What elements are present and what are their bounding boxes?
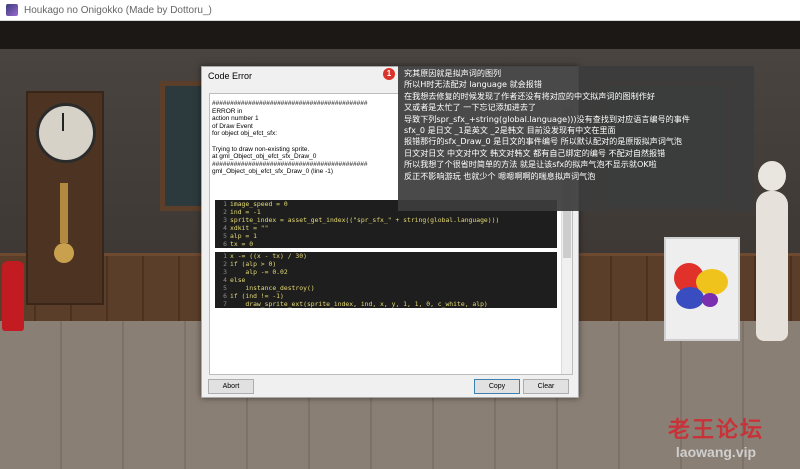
line-number: 1: [223, 200, 227, 208]
error-line: [212, 138, 412, 146]
code-text: alp -= 0.02: [230, 268, 288, 276]
abort-button[interactable]: Abort: [208, 379, 254, 394]
line-number: 3: [223, 216, 227, 224]
copy-button[interactable]: Copy: [474, 379, 520, 394]
clock-hand: [62, 113, 64, 131]
code-line: 7 draw_sprite_ext(sprite_index, ind, x, …: [215, 300, 557, 308]
code-line: 2 if (alp > 0): [215, 260, 557, 268]
line-number: 1: [223, 252, 227, 260]
code-line: 6 if (ind != -1): [215, 292, 557, 300]
watermark-url: laowang.vip: [675, 444, 757, 460]
line-number: 6: [223, 292, 227, 300]
line-number: 5: [223, 232, 227, 240]
grandfather-clock: [26, 91, 104, 305]
line-number: 4: [223, 276, 227, 284]
annotation-line: 究其原因就是拟声词的图列: [404, 68, 502, 78]
paint-splat-purple: [702, 293, 718, 307]
annotation-line: 反正不影响游玩 也就少个 嗯嗯啊啊的喘息拟声词气泡: [404, 170, 596, 181]
line-number: 2: [223, 260, 227, 268]
code-block-draw: 1x -= ((x - tx) / 30) 2 if (alp > 0) 3 alp …: [215, 252, 557, 308]
code-line: 3 sprite_index = asset_get_index(("spr_sf…: [215, 216, 557, 224]
clear-button[interactable]: Clear: [523, 379, 569, 394]
watermark: 老王论坛 laowang.vip: [668, 412, 764, 460]
character-sprite: [752, 161, 792, 351]
error-line: action number 1: [212, 115, 259, 123]
line-number: 6: [223, 240, 227, 248]
code-text: if (alp > 0): [230, 260, 277, 268]
annotation-line: 报错那行的sfx_Draw_0 是日文的事件编号 所以默认配对的是原版拟声词气泡: [404, 136, 683, 147]
line-number: 7: [223, 300, 227, 308]
paint-canvas: [664, 237, 740, 341]
code-text: draw_sprite_ext(sprite_index, ind, x, y,…: [230, 300, 488, 308]
code-text: xdkit = "": [230, 224, 269, 232]
window-titlebar: Houkago no Onigokko (Made by Dottoru_): [0, 0, 800, 21]
line-number: 5: [223, 284, 227, 292]
code-line: 5 instance_destroy(): [215, 284, 557, 292]
code-line: 4 xdkit = "": [215, 224, 557, 232]
code-line: 3 alp -= 0.02: [215, 268, 557, 276]
error-line: ########################################…: [212, 160, 368, 168]
line-number: 4: [223, 224, 227, 232]
watermark-chinese: 老王论坛: [667, 418, 764, 443]
annotation-line: 日文对日文 中文对中文 韩文对韩文 都有自己绑定的编号 不配对自然报错: [404, 147, 666, 158]
window-title: Houkago no Onigokko (Made by Dottoru_): [24, 4, 212, 16]
code-line: 6 tx = 0: [215, 240, 557, 248]
annotation-line: 所以我想了个很省时简单的方法 就是让该sfx的拟声气泡不显示就OK啦: [404, 159, 657, 170]
code-text: alp = 1: [230, 232, 257, 240]
error-line: ########################################…: [212, 100, 368, 107]
annotation-line: 在我想去修复的时候发现了作者还没有将对应的中文拟声词的图制作好: [404, 90, 655, 101]
annotation-line: 所以H时无法配对 language 就会报错: [404, 79, 542, 90]
error-line: ERROR in: [212, 107, 243, 115]
error-text: ########################################…: [212, 100, 412, 176]
clock-pendulum-bob: [54, 243, 74, 263]
ceiling: [0, 21, 800, 49]
character-body: [756, 191, 788, 341]
code-line: 5 alp = 1: [215, 232, 557, 240]
code-text: instance_destroy(): [230, 284, 315, 292]
code-text: image_speed = 0: [230, 200, 288, 208]
clock-face: [36, 103, 96, 163]
code-line: 4 else: [215, 276, 557, 284]
annotation-note: 究其原因就是拟声词的图列 所以H时无法配对 language 就会报错 在我想去修复…: [398, 66, 754, 211]
code-line: 1x -= ((x - tx) / 30): [215, 252, 557, 260]
code-text: else: [230, 276, 246, 284]
line-number: 2: [223, 208, 227, 216]
line-number: 3: [223, 268, 227, 276]
clock-pendulum: [60, 183, 68, 243]
code-text: ind = -1: [230, 208, 261, 216]
code-text: sprite_index = asset_get_index(("spr_sfx…: [230, 216, 500, 224]
dialog-title: Code Error: [208, 71, 253, 81]
fire-extinguisher: [2, 261, 24, 331]
character-head: [758, 161, 786, 191]
error-line: at gml_Object_obj_efct_sfx_Draw_0: [212, 153, 317, 161]
code-text: x -= ((x - tx) / 30): [230, 252, 307, 260]
error-line: for object obj_efct_sfx:: [212, 130, 278, 138]
annotation-line: sfx_0 是日文 _1是英文 _2是韩文 目前没发现有中文在里面: [404, 125, 616, 136]
code-text: if (ind != -1): [230, 292, 284, 300]
error-line: Trying to draw non-existing sprite.: [212, 145, 310, 153]
annotation-line: 又或者是太忙了 一下忘记添加进去了: [404, 102, 537, 113]
error-line: gml_Object_obj_efct_sfx_Draw_0 (line -1): [212, 168, 334, 176]
app-icon: [6, 4, 18, 16]
annotation-number-badge: 1: [383, 68, 395, 80]
paint-splat-blue: [676, 287, 704, 309]
annotation-line: 导致下列spr_sfx_+string(global.language)))没有…: [404, 113, 690, 124]
error-line: of Draw Event: [212, 122, 253, 130]
code-text: tx = 0: [230, 240, 254, 248]
